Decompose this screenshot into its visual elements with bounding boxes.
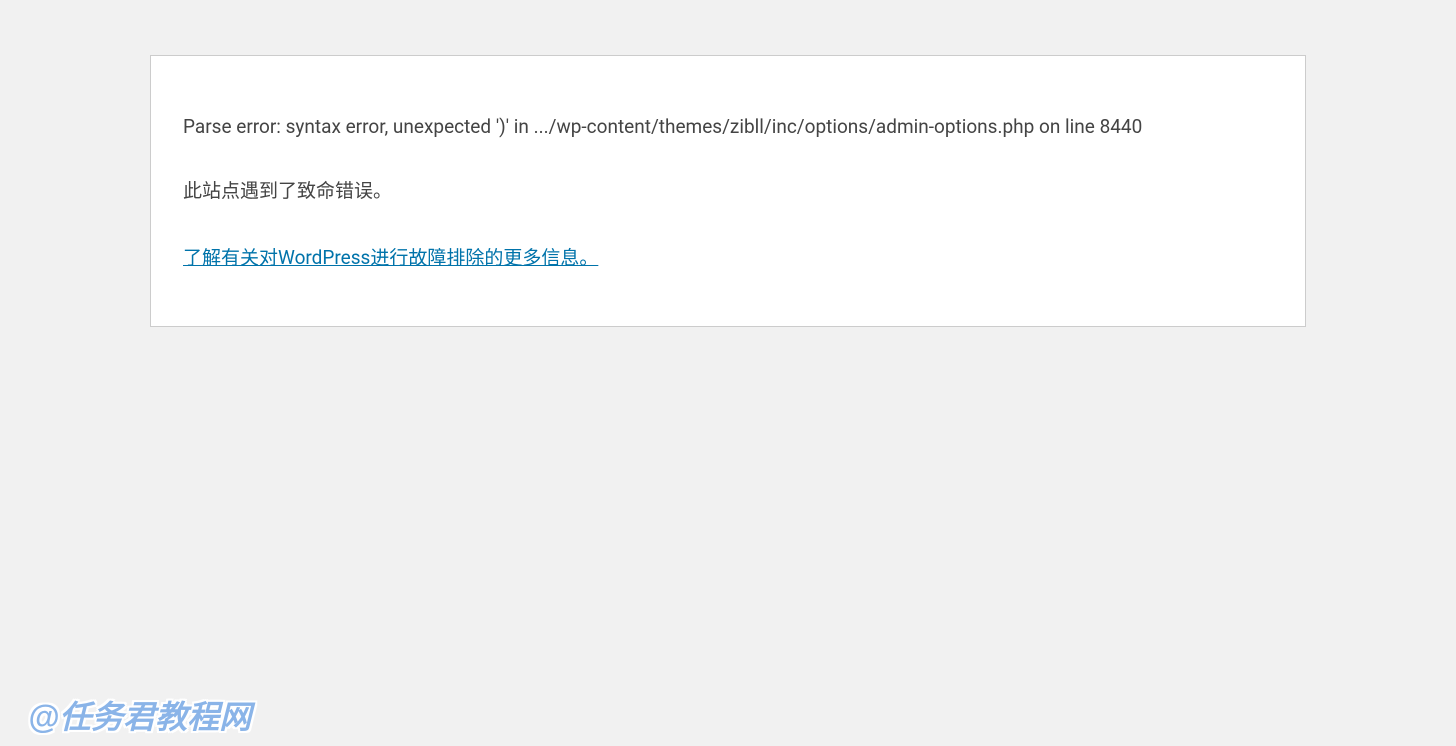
parse-error-message: Parse error: syntax error, unexpected ')… (183, 112, 1273, 142)
wordpress-troubleshoot-link[interactable]: 了解有关对WordPress进行故障排除的更多信息。 (183, 246, 598, 269)
error-container: Parse error: syntax error, unexpected ')… (150, 55, 1306, 327)
fatal-error-message: 此站点遇到了致命错误。 (183, 176, 1273, 206)
watermark-text: @任务君教程网 (28, 692, 251, 738)
